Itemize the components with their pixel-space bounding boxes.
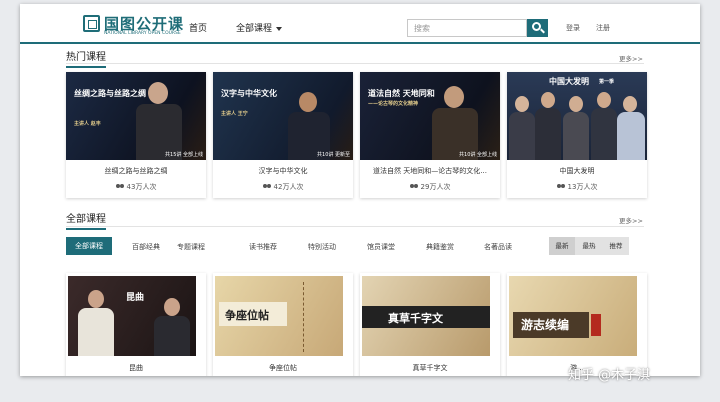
tab-all-courses[interactable]: 全部课程 — [66, 237, 112, 255]
site-header: 国图公开课 NATIONAL LIBRARY OPEN COURSE 首页 全部… — [20, 4, 700, 44]
sort-toggle: 最新 最热 推荐 — [549, 237, 629, 255]
hot-more-link[interactable]: 更多>> — [619, 53, 643, 63]
chevron-down-icon — [276, 26, 283, 31]
view-count: 29万人次 — [360, 182, 500, 192]
divider — [66, 63, 644, 64]
hot-course-card[interactable]: 中国大发明 第一季 中国大发明 13万人次 — [507, 72, 647, 198]
people-icon — [556, 184, 565, 190]
course-thumbnail[interactable]: 中国大发明 第一季 — [507, 72, 647, 160]
course-title[interactable]: 真草千字文 — [360, 363, 500, 373]
tab-masterpiece-reading[interactable]: 名著品读 — [484, 242, 512, 252]
thumb-caption: 真草千字文 — [388, 312, 443, 325]
hot-course-card[interactable]: 道法自然 天地同和 ——论古琴的文化精神 共10讲 全部上线 道法自然 天地同和… — [360, 72, 500, 198]
login-link[interactable]: 登录 — [566, 23, 580, 33]
course-title[interactable]: 汉字与中华文化 — [213, 166, 353, 176]
people-icon — [409, 184, 418, 190]
course-thumbnail[interactable]: 昆曲 — [68, 276, 196, 356]
tab-classics[interactable]: 百部经典 — [132, 242, 160, 252]
thumb-subcaption: 主讲人 王宁 — [221, 111, 248, 117]
nav-all-courses[interactable]: 全部课程 — [236, 21, 283, 34]
nav-home[interactable]: 首页 — [189, 21, 207, 34]
tab-special-events[interactable]: 特别活动 — [308, 242, 336, 252]
course-title[interactable]: 丝绸之路与丝路之绸 — [66, 166, 206, 176]
tab-librarian-class[interactable]: 馆员课堂 — [367, 242, 395, 252]
course-title[interactable]: 道法自然 天地同和—论古琴的文化... — [360, 166, 500, 176]
search-button[interactable] — [527, 19, 548, 37]
people-icon — [115, 184, 124, 190]
register-link[interactable]: 注册 — [596, 23, 610, 33]
course-title[interactable]: 争座位帖 — [213, 363, 353, 373]
sort-hottest-button[interactable]: 最热 — [576, 237, 602, 255]
course-thumbnail[interactable]: 汉字与中华文化 主讲人 王宁 共10讲 更新至 — [213, 72, 353, 160]
tab-topics[interactable]: 专题课程 — [177, 242, 205, 252]
hot-courses-title: 热门课程 — [66, 48, 106, 68]
browser-window: 国图公开课 NATIONAL LIBRARY OPEN COURSE 首页 全部… — [20, 4, 700, 376]
view-count: 42万人次 — [213, 182, 353, 192]
view-count-label: 13万人次 — [567, 183, 598, 191]
all-courses-title: 全部课程 — [66, 210, 106, 230]
course-title[interactable]: 中国大发明 — [507, 166, 647, 176]
thumb-caption: 游志续编 — [521, 318, 570, 332]
thumb-subcaption: ——论古琴的文化精神 — [368, 101, 419, 107]
logo-subtitle: NATIONAL LIBRARY OPEN COURSE — [104, 31, 181, 36]
thumb-subcaption: 第一季 — [599, 79, 615, 85]
view-count: 13万人次 — [507, 182, 647, 192]
view-count: 43万人次 — [66, 182, 206, 192]
nav-all-courses-label: 全部课程 — [236, 24, 273, 34]
thumb-caption: 丝绸之路与丝路之绸 — [74, 89, 146, 98]
course-thumbnail[interactable]: 真草千字文 — [362, 276, 490, 356]
thumb-caption: 中国大发明 — [549, 77, 589, 86]
tab-book-recommend[interactable]: 读书推荐 — [249, 242, 277, 252]
episode-badge: 共15讲 全部上线 — [165, 152, 203, 158]
hot-course-card[interactable]: 丝绸之路与丝路之绸 主讲人 赵丰 共15讲 全部上线 丝绸之路与丝路之绸 43万… — [66, 72, 206, 198]
course-thumbnail[interactable]: 争座位帖 — [215, 276, 343, 356]
thumb-caption: 汉字与中华文化 — [221, 89, 277, 98]
thumb-caption: 道法自然 天地同和 — [368, 89, 435, 98]
course-card[interactable]: 真草千字文 真草千字文 — [360, 273, 500, 376]
divider — [66, 226, 644, 227]
people-icon — [262, 184, 271, 190]
thumb-subcaption: 主讲人 赵丰 — [74, 121, 101, 127]
thumb-caption: 昆曲 — [126, 293, 145, 303]
view-count-label: 43万人次 — [126, 183, 157, 191]
thumb-caption: 争座位帖 — [225, 309, 269, 322]
course-thumbnail[interactable]: 道法自然 天地同和 ——论古琴的文化精神 共10讲 全部上线 — [360, 72, 500, 160]
view-count-label: 29万人次 — [420, 183, 451, 191]
course-card[interactable]: 游志续编 游... — [507, 273, 647, 376]
course-thumbnail[interactable]: 丝绸之路与丝路之绸 主讲人 赵丰 共15讲 全部上线 — [66, 72, 206, 160]
episode-badge: 共10讲 更新至 — [317, 152, 350, 158]
sort-newest-button[interactable]: 最新 — [549, 237, 575, 255]
library-logo-icon[interactable] — [83, 15, 100, 32]
search-input[interactable]: 搜索 — [407, 19, 527, 37]
sort-recommended-button[interactable]: 推荐 — [603, 237, 629, 255]
hot-course-card[interactable]: 汉字与中华文化 主讲人 王宁 共10讲 更新至 汉字与中华文化 42万人次 — [213, 72, 353, 198]
tab-classic-appreciation[interactable]: 典籍鉴赏 — [426, 242, 454, 252]
view-count-label: 42万人次 — [273, 183, 304, 191]
all-more-link[interactable]: 更多>> — [619, 215, 643, 225]
course-title[interactable]: 昆曲 — [66, 363, 206, 373]
course-card[interactable]: 昆曲 昆曲 — [66, 273, 206, 376]
zhihu-watermark: 知乎 @木子淇 — [568, 368, 651, 383]
episode-badge: 共10讲 全部上线 — [459, 152, 497, 158]
course-card[interactable]: 争座位帖 争座位帖 — [213, 273, 353, 376]
course-thumbnail[interactable]: 游志续编 — [509, 276, 637, 356]
